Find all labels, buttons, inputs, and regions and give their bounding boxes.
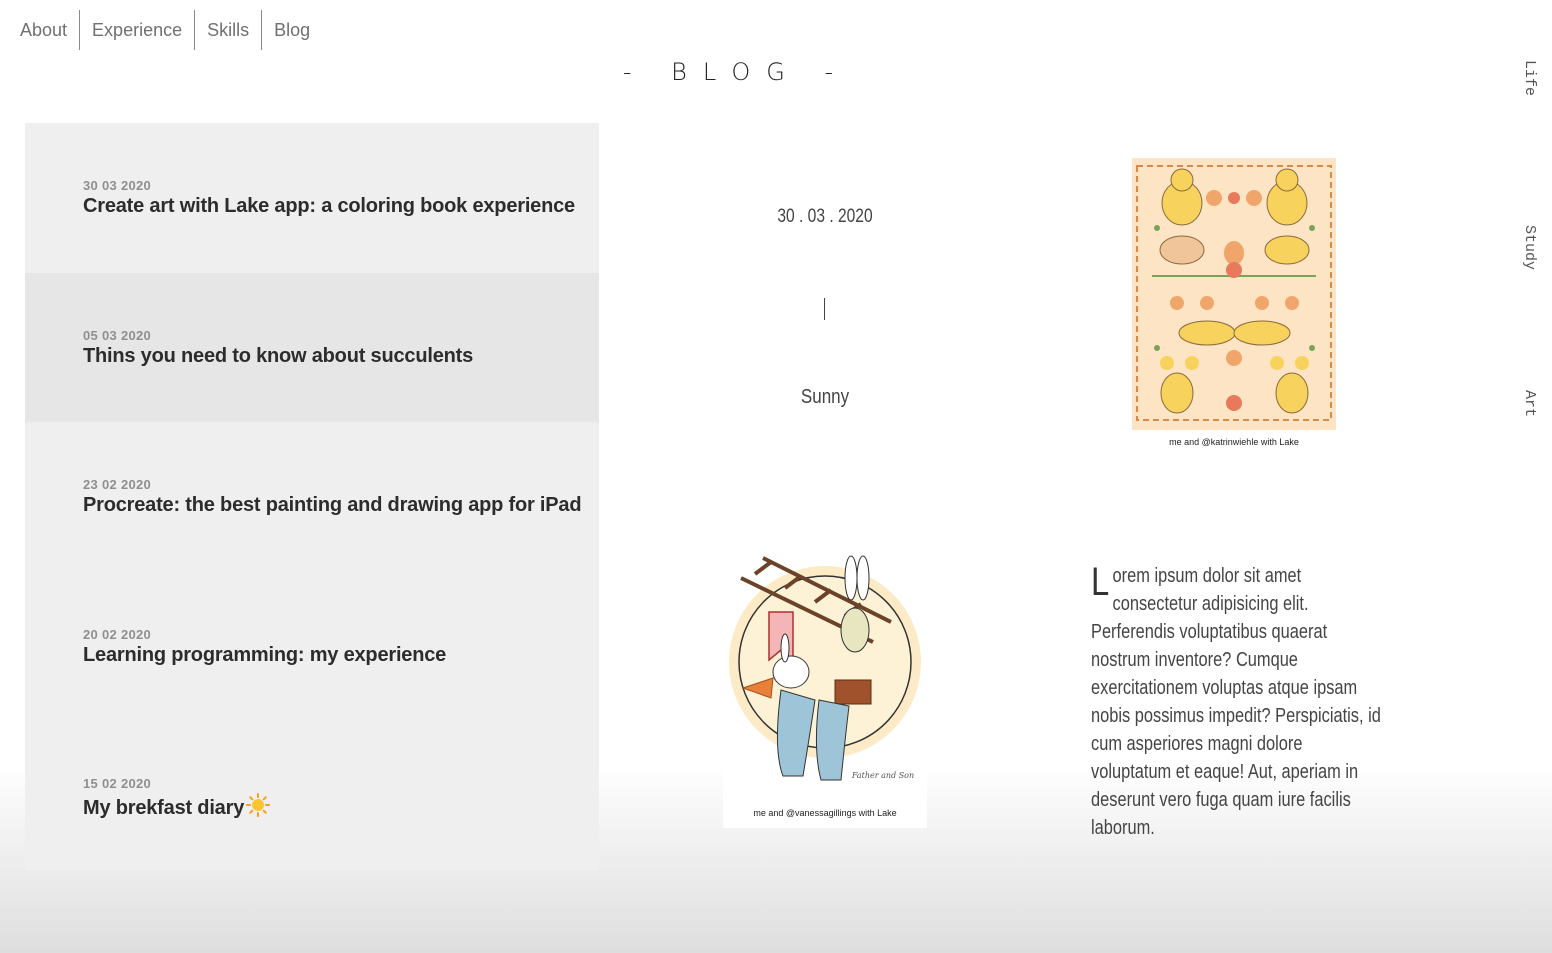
post-detail-weather: Sunny xyxy=(800,386,850,408)
cats-illustration xyxy=(1132,158,1336,430)
divider xyxy=(824,298,825,320)
post-detail-date: 30 . 03 . 2020 xyxy=(777,206,873,227)
drop-cap: L xyxy=(1091,560,1110,604)
tab-life[interactable]: Life xyxy=(1521,60,1538,96)
post-list-item[interactable]: 23 02 2020 Procreate: the best painting … xyxy=(25,422,599,572)
tab-art[interactable]: Art xyxy=(1521,390,1538,417)
artwork-signature: Father and Son xyxy=(851,771,915,780)
post-list-item[interactable]: 20 02 2020 Learning programming: my expe… xyxy=(25,572,599,722)
nav-blog[interactable]: Blog xyxy=(262,10,322,50)
post-title: Thins you need to know about succulents xyxy=(83,344,474,367)
post-title: Learning programming: my experience xyxy=(83,643,447,666)
post-title-text: My brekfast diary xyxy=(83,797,245,820)
post-list-item[interactable]: 05 03 2020 Thins you need to know about … xyxy=(25,272,599,423)
image-caption: me and @katrinwiehle with Lake xyxy=(1169,437,1299,447)
artwork-rabbits[interactable]: Father and Son me and @vanessagillings w… xyxy=(723,550,927,828)
post-date: 30 03 2020 xyxy=(83,178,152,193)
artwork-cats[interactable]: me and @katrinwiehle with Lake xyxy=(1132,158,1336,454)
sun-emoji-icon xyxy=(246,793,271,823)
post-title: Create art with Lake app: a coloring boo… xyxy=(83,195,575,217)
nav-about[interactable]: About xyxy=(8,10,81,50)
post-title: Procreate: the best painting and drawing… xyxy=(83,494,582,517)
tab-study[interactable]: Study xyxy=(1521,225,1538,270)
post-body: L orem ipsum dolor sit amet consectetur … xyxy=(1091,562,1381,842)
nav-skills[interactable]: Skills xyxy=(195,10,263,50)
post-date: 23 02 2020 xyxy=(83,477,152,493)
post-date: 05 03 2020 xyxy=(83,327,152,343)
category-tabs: Life Study Art xyxy=(1514,60,1538,440)
page-title: - BLOG - xyxy=(622,58,850,86)
post-body-text: orem ipsum dolor sit amet consectetur ad… xyxy=(1091,565,1381,839)
post-title: My brekfast diary xyxy=(83,793,599,823)
post-date: 20 02 2020 xyxy=(83,626,152,642)
post-list-item[interactable]: 15 02 2020 My brekfast diary xyxy=(25,721,599,871)
post-date: 15 02 2020 xyxy=(83,776,152,792)
post-list: 30 03 2020 Create art with Lake app: a c… xyxy=(25,123,599,871)
image-caption: me and @vanessagillings with Lake xyxy=(753,808,897,818)
post-list-item[interactable]: 30 03 2020 Create art with Lake app: a c… xyxy=(25,123,599,273)
top-navigation: About Experience Skills Blog xyxy=(0,0,1552,60)
nav-experience[interactable]: Experience xyxy=(80,10,196,50)
rabbits-illustration xyxy=(723,550,927,800)
